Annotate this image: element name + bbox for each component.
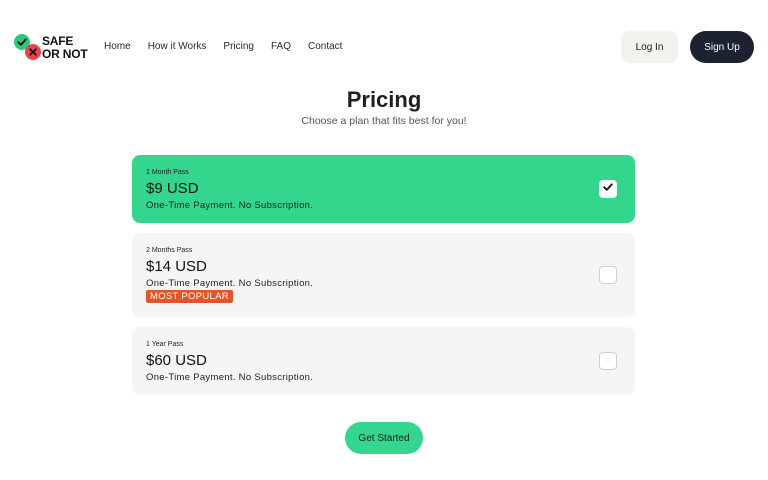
plan-name: 2 Months Pass [146,247,193,254]
x-circle-icon [25,44,41,60]
nav-faq[interactable]: FAQ [271,41,291,52]
nav-how-it-works[interactable]: How it Works [148,41,207,52]
plan-name: 1 Year Pass [146,341,184,348]
plan-card-2-months[interactable]: 2 Months Pass $14 USD One-Time Payment. … [132,233,635,317]
plan-checkbox[interactable] [599,180,617,198]
get-started-button[interactable]: Get Started [345,422,423,454]
plan-name: 1 Month Pass [146,169,189,176]
nav-home[interactable]: Home [104,41,131,52]
brand-logo[interactable]: SAFE OR NOT [14,34,94,62]
main-nav: Home How it Works Pricing FAQ Contact [104,41,359,52]
page-subtitle: Choose a plan that fits best for you! [301,115,467,127]
site-header: SAFE OR NOT Home How it Works Pricing FA… [0,0,768,94]
signup-button[interactable]: Sign Up [690,31,754,63]
page-title: Pricing [346,87,422,112]
plan-card-1-month[interactable]: 1 Month Pass $9 USD One-Time Payment. No… [132,155,635,223]
brand-name: SAFE OR NOT [42,35,88,61]
login-button[interactable]: Log In [621,31,678,63]
logo-icons [14,34,42,62]
checkmark-icon [602,180,614,198]
plan-description: One-Time Payment. No Subscription. [146,278,314,289]
nav-pricing[interactable]: Pricing [223,41,254,52]
plan-price: $9 USD [146,180,199,197]
plan-description: One-Time Payment. No Subscription. [146,200,314,211]
most-popular-badge: MOST POPULAR [146,290,233,303]
plan-price: $60 USD [146,352,207,369]
plan-card-1-year[interactable]: 1 Year Pass $60 USD One-Time Payment. No… [132,327,635,395]
nav-contact[interactable]: Contact [308,41,342,52]
plan-checkbox[interactable] [599,266,617,284]
plan-price: $14 USD [146,258,207,275]
plan-description: One-Time Payment. No Subscription. [146,372,314,383]
plan-checkbox[interactable] [599,352,617,370]
brand-line-2: OR NOT [42,47,88,61]
